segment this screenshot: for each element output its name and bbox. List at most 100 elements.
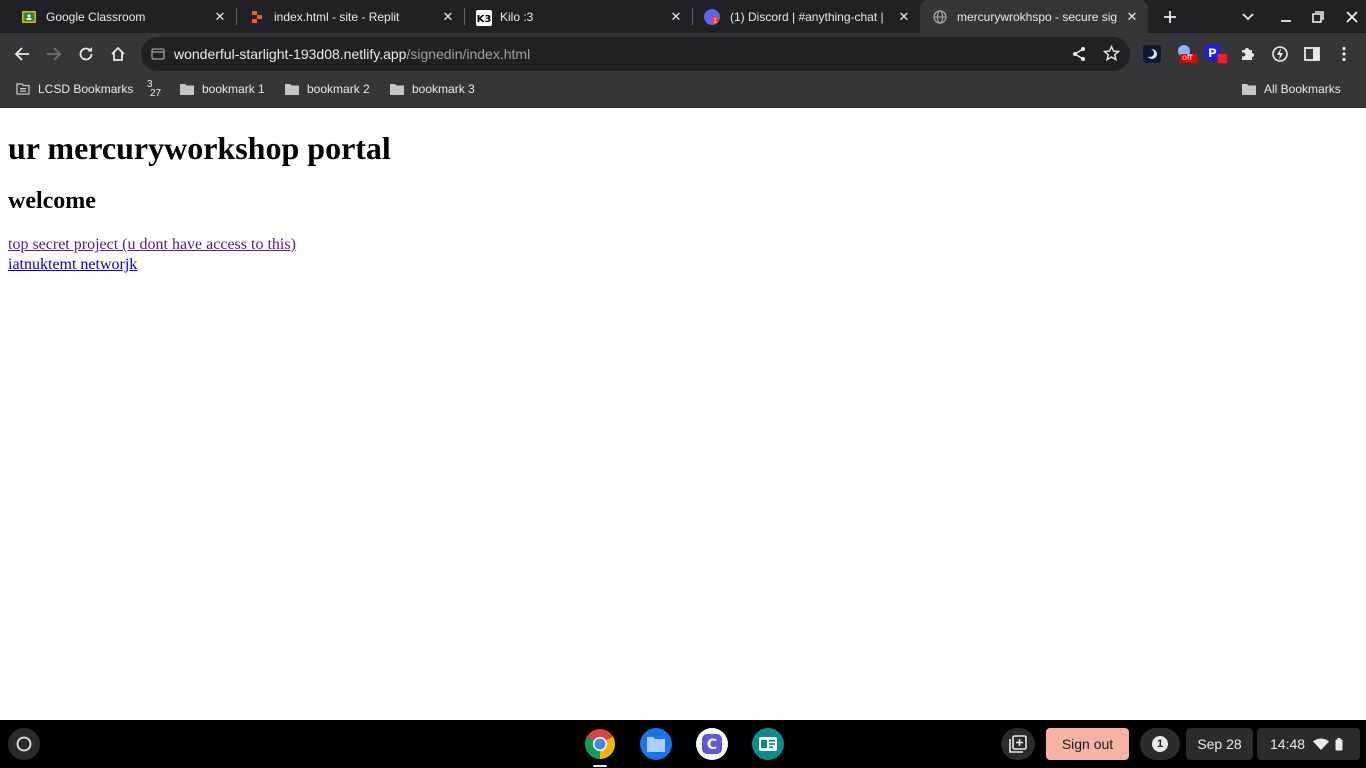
notification-button[interactable]: 1 [1140,728,1180,760]
launcher-button[interactable] [8,728,40,760]
date-tray[interactable]: Sep 28 [1186,728,1253,760]
folder-icon [180,84,194,95]
performance-icon[interactable] [1269,43,1291,65]
close-window-button[interactable] [1338,0,1366,33]
dark-reader-extension-icon[interactable] [1141,43,1163,65]
bookmark-label: bookmark 3 [412,82,475,96]
tab-label: Google Classroom [46,9,146,24]
svg-text:K3: K3 [477,14,492,25]
url-path: /signedin/index.html [406,46,531,62]
close-tab-icon[interactable]: ✕ [440,9,456,25]
url-host: wonderful-starlight-193d08.netlify.app [174,46,407,62]
close-tab-icon[interactable]: ✕ [668,9,684,25]
bookmark-label: bookmark 1 [202,82,265,96]
folder-icon [1242,84,1256,95]
restore-icon [1312,10,1324,23]
bookmark-counter[interactable]: 3 27 [147,78,161,100]
bookmark-folder-3[interactable]: bookmark 3 [390,75,475,103]
battery-icon [1335,737,1343,750]
tab-strip: Google Classroom ✕ index.html - site - R… [0,0,1366,33]
managed-folder-icon [16,83,30,95]
minimize-icon [1281,19,1291,22]
page-title: ur mercuryworkshop portal [8,130,391,166]
side-panel-icon[interactable] [1301,43,1323,65]
notification-count: 1 [1152,736,1168,752]
p-extension-icon[interactable]: P [1205,43,1227,65]
close-icon [1346,10,1358,23]
bookmark-folder-2[interactable]: bookmark 2 [285,75,370,103]
bookmarks-bar: LCSD Bookmarks 3 27 bookmark 1 bookmark … [0,75,1366,108]
tab-google-classroom[interactable]: Google Classroom ✕ [0,0,236,33]
all-bookmarks[interactable]: All Bookmarks [1242,75,1341,103]
counter-bottom: 27 [150,88,162,99]
back-button[interactable] [7,39,37,69]
extension-off-icon[interactable]: off [1175,43,1197,65]
share-icon[interactable] [1071,46,1087,67]
page-subtitle: welcome [8,188,96,214]
close-tab-icon[interactable]: ✕ [1124,9,1140,25]
svg-text:C: C [707,737,717,753]
forward-button[interactable] [39,39,69,69]
reload-icon [79,47,93,61]
url-text: wonderful-starlight-193d08.netlify.app/s… [174,37,530,71]
tab-label: index.html - site - Replit [274,9,400,24]
close-tab-icon[interactable]: ✕ [896,9,912,25]
site-info-icon[interactable] [151,47,165,66]
minimize-button[interactable] [1272,0,1300,33]
back-arrow-icon [14,47,29,61]
bookmark-folder-1[interactable]: bookmark 1 [180,75,265,103]
tab-label: Kilo :3 [500,9,534,24]
network-link[interactable]: iatnuktemt networjk [8,256,137,274]
files-app-icon[interactable] [640,728,672,760]
reload-button[interactable] [71,39,101,69]
web-page-content: ur mercuryworkshop portal welcome top se… [0,108,1366,720]
browser-frame: Google Classroom ✕ index.html - site - R… [0,0,1366,108]
status-tray[interactable]: 14:48 [1257,728,1360,760]
bookmark-lcsd[interactable]: LCSD Bookmarks [16,75,133,103]
holding-space-icon [1009,735,1027,753]
google-classroom-icon [22,10,36,24]
replit-icon [250,10,264,24]
sign-out-button[interactable]: Sign out [1046,728,1129,760]
browser-toolbar: wonderful-starlight-193d08.netlify.app/s… [0,33,1366,75]
clock-time: 14:48 [1270,736,1306,752]
folder-icon [390,84,404,95]
bookmark-label: All Bookmarks [1264,82,1341,96]
kilo-icon: K3 [476,9,492,26]
wifi-icon [1313,738,1330,750]
tab-kilo[interactable]: K3 Kilo :3 ✕ [464,0,692,33]
tab-mercury-active[interactable]: mercurywrokhspo - secure sig ✕ [920,0,1148,33]
svg-text:P: P [1208,46,1217,60]
bookmark-label: LCSD Bookmarks [38,82,134,96]
tab-replit[interactable]: index.html - site - Replit ✕ [236,0,464,33]
globe-icon [933,9,947,24]
classroom-id-app-icon[interactable] [752,728,784,760]
off-badge: off [1182,53,1193,62]
launcher-circle-icon [16,736,32,752]
close-tab-icon[interactable]: ✕ [212,9,228,25]
svg-text:1: 1 [713,17,717,24]
address-bar[interactable]: wonderful-starlight-193d08.netlify.app/s… [141,37,1130,71]
secret-project-link[interactable]: top secret project (u dont have access t… [8,236,296,254]
home-button[interactable] [103,39,133,69]
home-icon [111,46,125,61]
bookmark-star-icon[interactable] [1102,44,1121,67]
tab-search-button[interactable] [1234,0,1262,33]
plus-icon [1164,10,1176,23]
chrome-app-icon[interactable] [584,728,616,767]
tab-label: (1) Discord | #anything-chat | [730,9,884,24]
restore-button[interactable] [1304,0,1332,33]
canvas-app-icon[interactable]: C [696,728,728,760]
discord-icon: 1 [704,8,720,25]
menu-kebab-icon[interactable] [1333,43,1355,65]
new-tab-button[interactable] [1156,0,1184,33]
chevron-down-icon [1242,12,1254,20]
folder-icon [285,84,299,95]
os-shelf: C Sign out 1 Sep 28 14:48 [0,720,1366,768]
tab-discord[interactable]: 1 (1) Discord | #anything-chat | ✕ [692,0,920,33]
forward-arrow-icon [47,47,62,61]
extensions-puzzle-icon[interactable] [1237,43,1259,65]
tab-label: mercurywrokhspo - secure sig [957,9,1118,24]
bookmark-label: bookmark 2 [307,82,370,96]
holding-space-button[interactable] [1001,728,1035,760]
